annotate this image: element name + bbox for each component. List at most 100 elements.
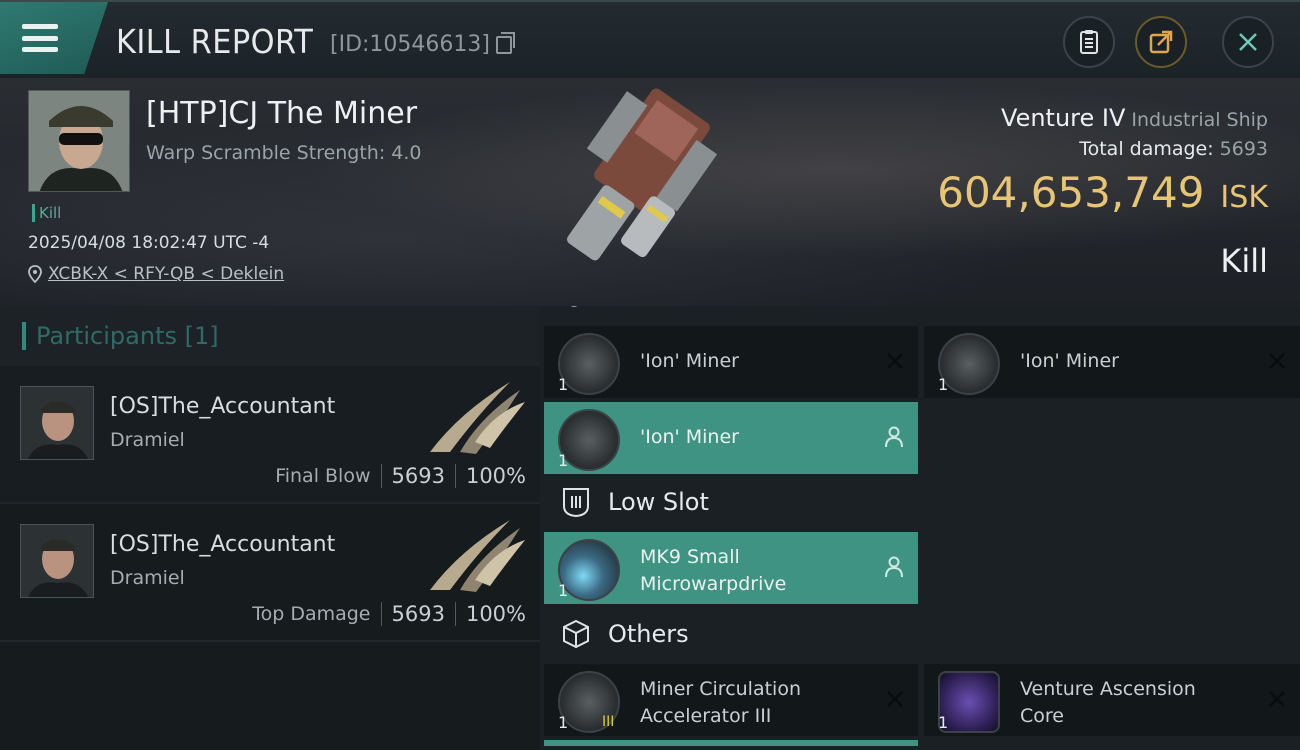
divider <box>380 464 382 488</box>
close-button[interactable] <box>1222 16 1274 68</box>
low-slot-title: Low Slot <box>608 488 709 516</box>
module-name-line2: Core <box>1020 705 1064 727</box>
participant-percent: 100% <box>465 602 526 626</box>
ship-class: Industrial Ship <box>1131 109 1268 131</box>
destroyed-x-icon <box>1269 353 1285 369</box>
participant-row[interactable]: [OS]The_Accountant Dramiel Top Damage 56… <box>0 504 540 642</box>
fitting-panel: 1 'Ion' Miner 1 'Ion' Miner 1 'Ion' Mine… <box>540 306 1300 750</box>
participant-row[interactable]: [OS]The_Accountant Dramiel Final Blow 56… <box>0 366 540 504</box>
mid-slot-header-partial <box>570 306 578 307</box>
low-slot-header: Low Slot <box>560 486 709 518</box>
participant-avatar[interactable] <box>20 386 94 460</box>
divider <box>454 602 456 626</box>
module-qty: 1 <box>558 451 569 470</box>
participant-ship: Dramiel <box>110 567 185 589</box>
total-damage-label: Total damage: <box>1079 138 1214 160</box>
total-damage-value: 5693 <box>1219 138 1268 160</box>
module-slot[interactable]: 1 'Ion' Miner <box>924 326 1300 398</box>
module-name-line2: Accelerator III <box>640 705 772 727</box>
module-name-line1: Venture Ascension <box>1020 678 1196 700</box>
participant-name[interactable]: [OS]The_Accountant <box>110 394 335 419</box>
participants-panel: Participants [1] [OS]The_Accountant Dram… <box>0 306 540 750</box>
divider <box>380 602 382 626</box>
top-bar: KILL REPORT [ID:10546613] <box>0 0 1300 78</box>
clipboard-icon <box>1080 30 1098 54</box>
hamburger-icon <box>22 24 58 52</box>
module-slot[interactable]: 1 'Ion' Miner <box>544 402 918 474</box>
participant-stats: Final Blow 5693 100% <box>275 464 526 488</box>
victim-name[interactable]: [HTP]CJ The Miner <box>146 96 417 131</box>
next-slot-edge <box>544 740 918 746</box>
report-id: [ID:10546613] <box>330 31 515 57</box>
share-button[interactable] <box>1135 16 1187 68</box>
header-accent-bar <box>22 322 26 350</box>
participant-portrait-image <box>21 387 93 459</box>
destroyed-x-icon <box>887 353 903 369</box>
module-name: MK9 Small Microwarpdrive <box>640 544 786 598</box>
module-qty: 1 <box>938 375 949 394</box>
module-name: Miner Circulation Accelerator III <box>640 676 801 730</box>
module-qty: 1 <box>558 375 569 394</box>
participants-count: [1] <box>184 322 219 350</box>
others-title: Others <box>608 620 689 648</box>
dramiel-ship-image <box>430 382 525 454</box>
page-title: KILL REPORT <box>116 22 314 61</box>
share-icon <box>1149 30 1173 54</box>
module-slot[interactable]: 1 'Ion' Miner <box>544 326 918 398</box>
dropped-user-icon <box>885 556 903 578</box>
participant-portrait-image <box>21 525 93 597</box>
module-name: 'Ion' Miner <box>640 350 739 372</box>
isk-loss: 604,653,749 ISK <box>937 168 1268 217</box>
victim-summary: [HTP]CJ The Miner Warp Scramble Strength… <box>0 78 1300 306</box>
dropped-user-icon <box>885 426 903 448</box>
module-name: 'Ion' Miner <box>1020 350 1119 372</box>
module-name: Venture Ascension Core <box>1020 676 1196 730</box>
location-link[interactable]: XCBK-X < RFY-QB < Deklein <box>48 264 284 284</box>
warp-scramble-strength: Warp Scramble Strength: 4.0 <box>146 142 422 164</box>
participants-header: Participants [1] <box>0 306 540 366</box>
divider <box>454 464 456 488</box>
module-name-line1: MK9 Small <box>640 546 740 568</box>
isk-unit: ISK <box>1220 180 1268 215</box>
blow-label: Final Blow <box>275 465 371 487</box>
ship-name: Venture IV <box>1001 104 1126 132</box>
isk-value: 604,653,749 <box>937 168 1205 217</box>
outcome-label: Kill <box>1220 242 1268 280</box>
module-slot[interactable]: 1 Venture Ascension Core <box>924 664 1300 736</box>
total-damage: Total damage: 5693 <box>1079 138 1268 160</box>
participants-title: Participants <box>36 322 177 350</box>
participant-ship: Dramiel <box>110 429 185 451</box>
participant-damage: 5693 <box>391 602 445 626</box>
participant-percent: 100% <box>465 464 526 488</box>
module-qty: 1 <box>558 713 569 732</box>
blow-label: Top Damage <box>252 603 371 625</box>
menu-button[interactable] <box>0 2 108 74</box>
kill-location[interactable]: XCBK-X < RFY-QB < Deklein <box>28 264 284 284</box>
pilot-avatar-image <box>29 91 129 191</box>
copy-icon[interactable] <box>495 31 515 54</box>
cube-icon <box>563 619 589 649</box>
dramiel-ship-image <box>430 520 525 592</box>
module-slot[interactable]: 1 MK9 Small Microwarpdrive <box>544 532 918 604</box>
module-name-line2: Microwarpdrive <box>640 573 787 595</box>
destroyed-x-icon <box>887 691 903 707</box>
destroyed-x-icon <box>1269 691 1285 707</box>
victim-portrait[interactable] <box>28 90 130 192</box>
close-icon <box>1239 33 1257 51</box>
low-slot-icon <box>563 488 589 518</box>
clipboard-button[interactable] <box>1063 16 1115 68</box>
participant-damage: 5693 <box>391 464 445 488</box>
participant-name[interactable]: [OS]The_Accountant <box>110 532 335 557</box>
venture-ship-image <box>567 88 718 261</box>
victim-ship[interactable]: Venture IV Industrial Ship <box>1001 104 1268 132</box>
report-id-text: [ID:10546613] <box>330 32 490 57</box>
module-name-line1: Miner Circulation <box>640 678 801 700</box>
module-qty: 1 <box>558 581 569 600</box>
participant-stats: Top Damage 5693 100% <box>252 602 526 626</box>
participant-avatar[interactable] <box>20 524 94 598</box>
kill-datetime: 2025/04/08 18:02:47 UTC -4 <box>28 233 270 253</box>
kill-tag: Kill <box>32 204 61 222</box>
module-slot[interactable]: 1 III Miner Circulation Accelerator III <box>544 664 918 736</box>
location-pin-icon <box>28 265 42 283</box>
others-header: Others <box>560 618 689 650</box>
